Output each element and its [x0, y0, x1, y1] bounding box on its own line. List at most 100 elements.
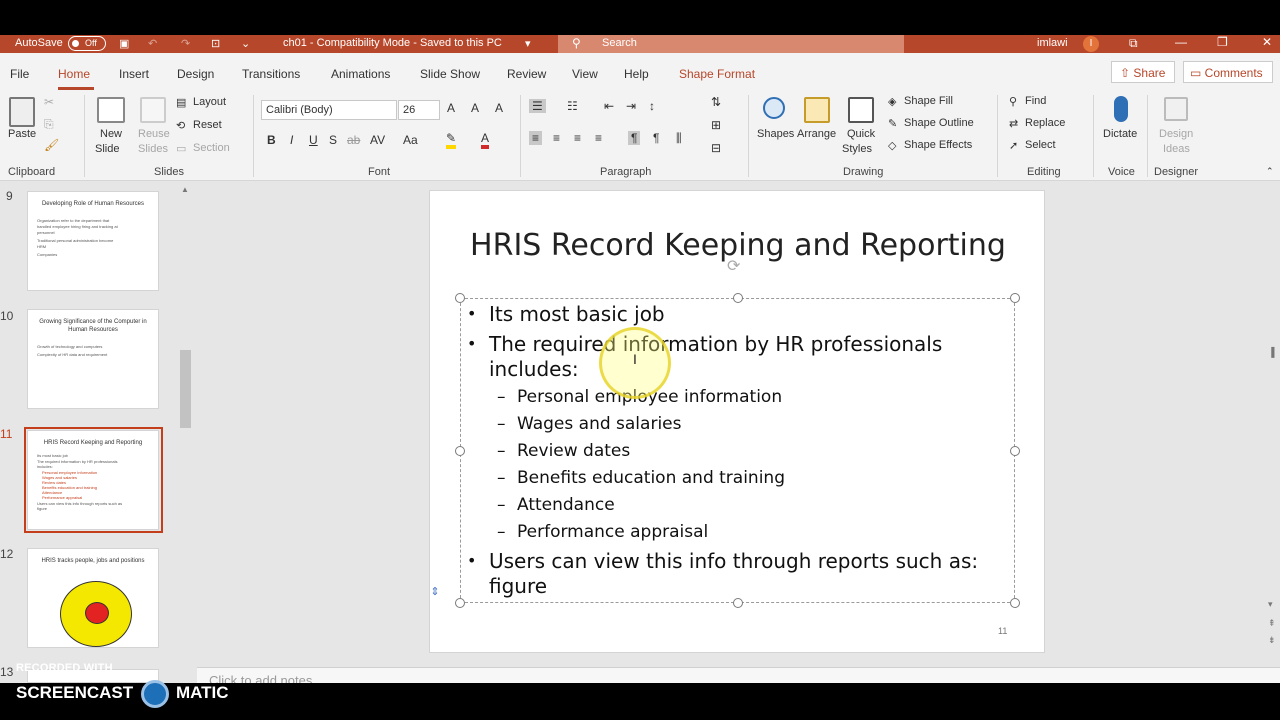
align-right-icon[interactable]: ≡	[574, 131, 581, 145]
scrollbar-thumb[interactable]: ▐	[1268, 347, 1274, 357]
strikethrough-icon[interactable]: ab	[347, 133, 360, 147]
reset-button[interactable]: Reset	[193, 119, 222, 131]
scroll-down-icon[interactable]: ▾	[1268, 599, 1273, 610]
change-case-icon[interactable]: Aa	[403, 133, 418, 147]
rotate-handle-icon[interactable]: ⟳	[727, 256, 740, 276]
font-size-select[interactable]: 26	[398, 100, 440, 120]
slide-scrollbar[interactable]: ▐ ▾ ⇞ ⇟	[1266, 181, 1280, 667]
increase-font-icon[interactable]: A	[447, 101, 455, 115]
shape-outline-button[interactable]: Shape Outline	[904, 117, 974, 129]
design-ideas-label-1[interactable]: Design	[1159, 128, 1193, 140]
bold-icon[interactable]: B	[267, 133, 276, 147]
clear-formatting-icon[interactable]: A	[495, 101, 503, 115]
italic-icon[interactable]: I	[290, 133, 293, 147]
quick-styles-icon[interactable]	[848, 97, 874, 123]
quick-styles-label-2[interactable]: Styles	[842, 143, 872, 155]
numbering-icon[interactable]: ☷	[567, 99, 578, 113]
select-icon[interactable]: ➚	[1009, 139, 1018, 152]
decrease-font-icon[interactable]: A	[471, 101, 479, 115]
restore-icon[interactable]: ❐	[1217, 35, 1228, 49]
slide-thumbnail[interactable]: HRIS tracks people, jobs and positions	[27, 548, 159, 648]
new-slide-icon[interactable]	[97, 97, 125, 123]
tab-animations[interactable]: Animations	[331, 67, 390, 81]
resize-handle[interactable]	[1010, 598, 1020, 608]
tab-insert[interactable]: Insert	[119, 67, 149, 81]
shapes-icon[interactable]	[763, 97, 785, 119]
save-icon[interactable]: ▣	[119, 37, 129, 50]
avatar[interactable]: I	[1083, 36, 1099, 52]
reset-icon[interactable]: ⟲	[176, 119, 185, 132]
minimize-icon[interactable]: —	[1175, 35, 1187, 49]
undo-icon[interactable]: ↶	[148, 37, 157, 50]
align-center-icon[interactable]: ≡	[553, 131, 560, 145]
user-name[interactable]: imlawi	[1037, 37, 1068, 49]
customize-toolbar-icon[interactable]: ⌄	[241, 37, 250, 50]
new-slide-label-1[interactable]: New	[100, 128, 122, 140]
close-icon[interactable]: ✕	[1262, 35, 1272, 49]
new-slide-label-2[interactable]: Slide	[95, 143, 119, 155]
increase-indent-icon[interactable]: ⇥	[626, 99, 636, 113]
notes-pane[interactable]: Click to add notes	[197, 667, 1280, 688]
section-icon[interactable]: ▭	[176, 142, 186, 155]
ltr-icon[interactable]: ¶	[628, 131, 641, 145]
slide-thumbnail[interactable]: Growing Significance of the Computer in …	[27, 309, 159, 409]
arrange-icon[interactable]	[804, 97, 830, 123]
previous-slide-icon[interactable]: ⇞	[1268, 618, 1276, 629]
resize-handle[interactable]	[1010, 446, 1020, 456]
shape-fill-button[interactable]: Shape Fill	[904, 95, 953, 107]
cut-icon[interactable]: ✂	[44, 95, 54, 109]
layout-button[interactable]: Layout	[193, 96, 226, 108]
tab-help[interactable]: Help	[624, 67, 649, 81]
justify-icon[interactable]: ≡	[595, 131, 602, 145]
tab-file[interactable]: File	[10, 67, 29, 81]
shape-effects-icon[interactable]: ◇	[888, 139, 896, 152]
next-slide-icon[interactable]: ⇟	[1268, 635, 1276, 646]
underline-icon[interactable]: U	[309, 133, 318, 147]
ribbon-display-icon[interactable]: ⧉	[1129, 36, 1138, 51]
resize-handle[interactable]	[455, 598, 465, 608]
format-painter-icon[interactable]: 🖌	[44, 138, 59, 152]
quick-styles-label-1[interactable]: Quick	[847, 128, 875, 140]
copy-icon[interactable]: ⎘	[44, 117, 54, 132]
shape-fill-icon[interactable]: ◈	[888, 95, 896, 108]
text-direction-icon[interactable]: ⇅	[711, 95, 721, 109]
select-button[interactable]: Select	[1025, 139, 1056, 151]
shape-effects-button[interactable]: Shape Effects	[904, 139, 972, 151]
find-icon[interactable]: ⚲	[1009, 95, 1017, 108]
align-text-icon[interactable]: ⊞	[711, 118, 721, 132]
design-ideas-label-2[interactable]: Ideas	[1163, 143, 1190, 155]
comments-button[interactable]: ▭ Comments	[1183, 61, 1273, 83]
autosave-toggle[interactable]: Off	[68, 36, 106, 51]
autofit-options-icon[interactable]: ⇕	[427, 585, 443, 601]
tab-home[interactable]: Home	[58, 67, 90, 81]
resize-handle[interactable]	[733, 598, 743, 608]
replace-icon[interactable]: ⇄	[1009, 117, 1018, 130]
replace-button[interactable]: Replace	[1025, 117, 1065, 129]
tab-slide-show[interactable]: Slide Show	[420, 67, 480, 81]
design-ideas-icon[interactable]	[1164, 97, 1188, 121]
title-chevron-icon[interactable]: ▾	[525, 37, 531, 50]
section-button[interactable]: Section	[193, 142, 230, 154]
rtl-icon[interactable]: ¶	[653, 131, 659, 145]
font-color-icon[interactable]: A	[481, 131, 490, 149]
tab-transitions[interactable]: Transitions	[242, 67, 300, 81]
line-spacing-icon[interactable]: ↕	[649, 99, 655, 113]
microphone-icon[interactable]	[1114, 96, 1128, 122]
resize-handle[interactable]	[733, 293, 743, 303]
resize-handle[interactable]	[455, 293, 465, 303]
shadow-icon[interactable]: S	[329, 133, 337, 147]
thumbnail-scrollbar[interactable]: ▲	[179, 185, 192, 681]
bullets-icon[interactable]: ☰	[529, 99, 546, 113]
arrange-button[interactable]: Arrange	[797, 128, 836, 140]
scroll-up-icon[interactable]: ▲	[181, 185, 189, 194]
content-textbox[interactable]: • Its most basic job • The required inform…	[455, 293, 1020, 608]
tab-view[interactable]: View	[572, 67, 598, 81]
redo-icon[interactable]: ↷	[181, 37, 190, 50]
share-button[interactable]: ⇧ Share	[1111, 61, 1175, 83]
paste-button[interactable]: Paste	[8, 128, 36, 140]
layout-icon[interactable]: ▤	[176, 96, 186, 109]
slide-canvas[interactable]: HRIS Record Keeping and Reporting ⟳ • Its…	[429, 190, 1045, 653]
reuse-slides-label-2[interactable]: Slides	[138, 143, 168, 155]
smartart-icon[interactable]: ⊟	[711, 141, 721, 155]
dictate-button[interactable]: Dictate	[1103, 128, 1137, 140]
